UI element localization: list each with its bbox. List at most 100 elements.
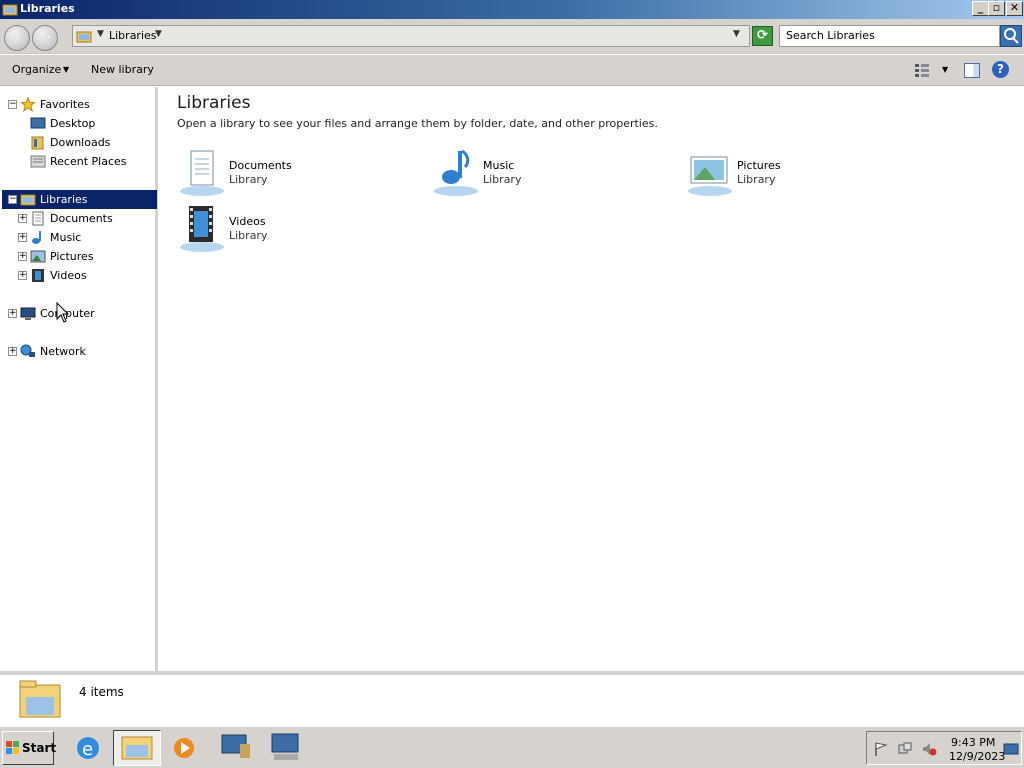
- nav-item-desktop[interactable]: Desktop: [0, 114, 155, 133]
- minimize-button[interactable]: _: [972, 1, 989, 16]
- expand-icon[interactable]: +: [18, 214, 27, 223]
- library-documents[interactable]: Documents Library: [177, 147, 417, 197]
- libraries-app-icon: [2, 4, 18, 16]
- downloads-folder-icon: [31, 136, 44, 150]
- library-music[interactable]: Music Library: [431, 147, 671, 197]
- preview-pane-icon[interactable]: [964, 63, 980, 78]
- forward-button[interactable]: →: [32, 25, 58, 51]
- expand-icon[interactable]: +: [18, 233, 27, 242]
- close-button[interactable]: ✕: [1006, 1, 1023, 16]
- nav-item-downloads[interactable]: Downloads: [0, 133, 155, 152]
- documents-icon: [32, 211, 44, 226]
- taskbar-server-manager[interactable]: [212, 730, 260, 766]
- clock-time[interactable]: 9:43 PM: [951, 736, 995, 749]
- taskbar-internet-explorer[interactable]: e: [64, 730, 112, 766]
- address-row: ← → ▼ Libraries ▼ ▼ ⟳ Search Libraries: [0, 19, 1024, 54]
- windows-logo-icon: [6, 741, 19, 754]
- item-count: 4 items: [79, 685, 124, 699]
- nav-network[interactable]: + Network: [0, 342, 155, 361]
- content-pane: Libraries Open a library to see your fil…: [161, 87, 1024, 671]
- maximize-button[interactable]: ▫: [988, 1, 1005, 16]
- nav-label-favorites: Favorites: [40, 98, 90, 111]
- expand-icon[interactable]: +: [8, 309, 17, 318]
- library-name: Pictures: [737, 159, 781, 172]
- nav-computer[interactable]: + Computer: [0, 304, 155, 323]
- nav-label-network: Network: [40, 345, 86, 358]
- title-bar: Libraries _ ▫ ✕: [0, 0, 1024, 19]
- view-options-chevron-down-icon[interactable]: ▼: [942, 65, 948, 74]
- start-button[interactable]: Start: [2, 731, 56, 765]
- nav-libraries[interactable]: − Libraries: [2, 190, 157, 209]
- nav-item-documents[interactable]: + Documents: [0, 209, 155, 228]
- library-type: Library: [737, 173, 776, 186]
- nav-label-recent-places: Recent Places: [50, 155, 127, 168]
- expand-icon[interactable]: +: [18, 252, 27, 261]
- media-player-icon: [174, 738, 194, 758]
- search-input[interactable]: Search Libraries: [779, 25, 1000, 47]
- computer-icon: [20, 307, 36, 320]
- details-pane: 4 items: [0, 671, 1024, 724]
- new-library-button[interactable]: New library: [91, 63, 154, 76]
- back-button[interactable]: ←: [4, 25, 30, 51]
- taskbar-windows-explorer[interactable]: [113, 730, 161, 766]
- expand-icon[interactable]: +: [18, 271, 27, 280]
- star-icon: [20, 97, 36, 112]
- collapse-icon[interactable]: −: [8, 100, 17, 109]
- internet-explorer-icon: e: [77, 737, 99, 760]
- music-icon: [32, 231, 41, 244]
- library-type: Library: [229, 229, 268, 242]
- organize-chevron-down-icon[interactable]: ▼: [63, 65, 69, 74]
- help-icon[interactable]: ?: [992, 61, 1009, 78]
- nav-item-recent-places[interactable]: Recent Places: [0, 152, 155, 171]
- music-icon: [434, 149, 478, 196]
- library-pictures[interactable]: Pictures Library: [685, 147, 925, 197]
- taskbar-remote-desktop[interactable]: [262, 730, 310, 766]
- notification-area: 9:43 PM 12/9/2023: [866, 731, 1022, 765]
- command-bar: Organize ▼ New library ▼ ?: [0, 55, 1024, 86]
- action-center-flag-icon[interactable]: [873, 741, 889, 757]
- nav-item-music[interactable]: + Music: [0, 228, 155, 247]
- mouse-cursor-icon: [56, 302, 70, 323]
- windows-explorer-icon: [121, 736, 153, 760]
- taskbar-media-player[interactable]: [162, 730, 210, 766]
- breadcrumb-libraries[interactable]: Libraries: [109, 29, 157, 42]
- nav-label-documents: Documents: [50, 212, 113, 225]
- libraries-folder-icon: [19, 680, 61, 718]
- pictures-icon: [688, 156, 732, 196]
- nav-label-pictures: Pictures: [50, 250, 94, 263]
- remote-desktop-icon: [271, 733, 299, 760]
- change-view-icon[interactable]: [914, 63, 930, 77]
- address-history-dropdown-icon[interactable]: ▼: [733, 29, 740, 39]
- refresh-button[interactable]: ⟳: [752, 26, 773, 46]
- nav-label-music: Music: [50, 231, 82, 244]
- breadcrumb-root-chevron-icon[interactable]: ▼: [97, 29, 104, 39]
- volume-muted-icon[interactable]: [921, 741, 937, 757]
- clock-date[interactable]: 12/9/2023: [949, 750, 1005, 763]
- forward-arrow-icon: →: [38, 27, 52, 46]
- back-arrow-icon: ←: [10, 27, 24, 46]
- nav-label-libraries: Libraries: [40, 193, 88, 206]
- page-title: Libraries: [177, 93, 251, 113]
- network-status-icon[interactable]: [897, 741, 913, 757]
- libraries-icon: [20, 194, 36, 206]
- collapse-icon[interactable]: −: [8, 195, 17, 204]
- search-button[interactable]: [1000, 25, 1022, 47]
- show-desktop-icon[interactable]: [1003, 741, 1019, 757]
- nav-item-videos[interactable]: + Videos: [0, 266, 155, 285]
- organize-button[interactable]: Organize: [12, 63, 61, 76]
- library-videos[interactable]: Videos Library: [177, 203, 417, 253]
- nav-favorites[interactable]: − Favorites: [0, 95, 155, 114]
- address-bar[interactable]: ▼ Libraries ▼ ▼: [72, 25, 750, 47]
- nav-item-pictures[interactable]: + Pictures: [0, 247, 155, 266]
- breadcrumb-chevron-icon[interactable]: ▼: [155, 29, 162, 39]
- recent-places-icon: [30, 155, 46, 168]
- svg-text:e: e: [82, 739, 93, 760]
- nav-label-videos: Videos: [50, 269, 87, 282]
- library-name: Documents: [229, 159, 292, 172]
- library-type: Library: [483, 173, 522, 186]
- libraries-location-icon: [76, 31, 92, 43]
- nav-label-desktop: Desktop: [50, 117, 96, 130]
- expand-icon[interactable]: +: [8, 347, 17, 356]
- navigation-pane: − Favorites Desktop Downloads Recent Pla…: [0, 87, 158, 671]
- library-name: Music: [483, 159, 515, 172]
